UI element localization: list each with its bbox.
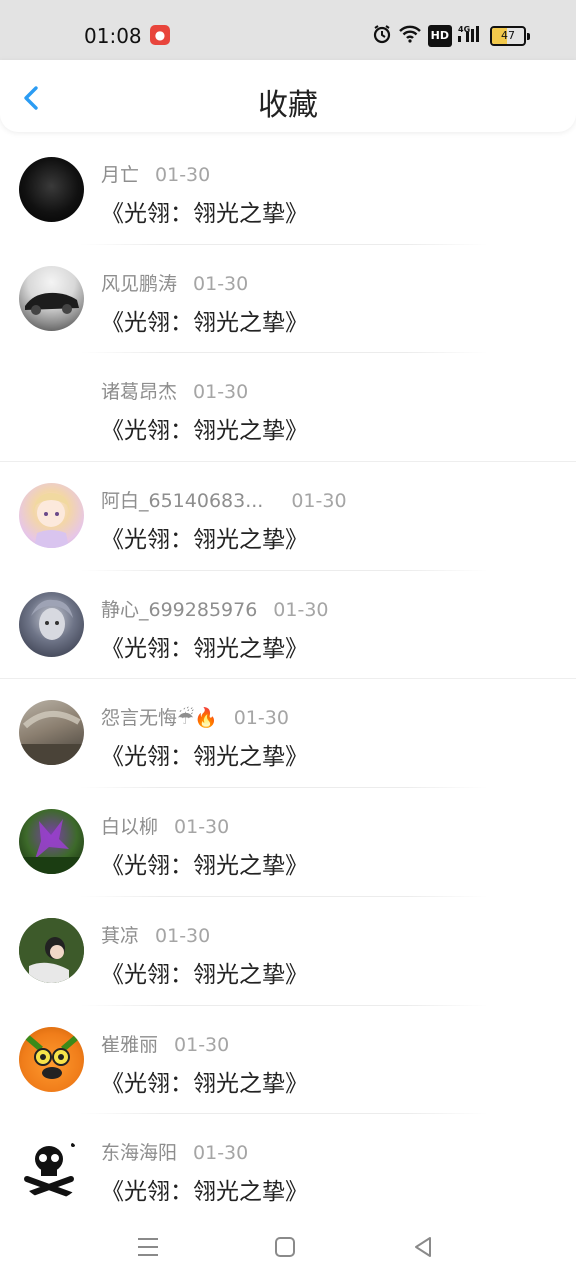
- user-meta: 怨言无悔☔🔥 01-30: [101, 703, 289, 730]
- user-name[interactable]: 诸葛昂杰: [101, 381, 177, 403]
- avatar[interactable]: [19, 917, 84, 983]
- battery-level: 47: [501, 29, 515, 42]
- car-image: [25, 292, 79, 315]
- umbrella-scene-image: [19, 711, 84, 766]
- message-text[interactable]: 《光翎：翎光之挚》: [101, 629, 308, 663]
- list-item[interactable]: 东海海阳 01-30 《光翎：翎光之挚》: [0, 1114, 576, 1223]
- message-text[interactable]: 《光翎：翎光之挚》: [101, 737, 308, 771]
- system-nav-bar: [0, 1212, 576, 1280]
- user-name[interactable]: 萁凉: [101, 925, 139, 947]
- date: 01-30: [193, 272, 249, 295]
- user-name[interactable]: 崔雅丽: [101, 1034, 158, 1056]
- user-meta: 白以柳 01-30: [101, 812, 229, 839]
- message-text[interactable]: 《光翎：翎光之挚》: [101, 411, 308, 445]
- wifi-icon: [398, 24, 422, 49]
- skull-crossbones-image: [24, 1143, 75, 1199]
- date: 01-30: [193, 1142, 249, 1165]
- message-text[interactable]: 《光翎：翎光之挚》: [101, 955, 308, 989]
- user-meta: 风见鹏涛 01-30: [101, 269, 248, 296]
- message-text[interactable]: 《光翎：翎光之挚》: [101, 520, 308, 554]
- user-meta: 东海海阳 01-30: [101, 1138, 248, 1165]
- battery-nub: [527, 32, 530, 40]
- favorites-list: 月亡 01-30 《光翎：翎光之挚》 风见鹏涛 01-30 《光翎：翎光之挚》 诸葛…: [0, 136, 576, 1223]
- avatar[interactable]: [19, 591, 84, 657]
- list-item[interactable]: 白以柳 01-30 《光翎：翎光之挚》: [0, 788, 576, 897]
- back-triangle-icon: [415, 1237, 431, 1257]
- status-time: 01:08: [84, 24, 142, 48]
- date: 01-30: [155, 164, 211, 186]
- message-text[interactable]: 《光翎：翎光之挚》: [101, 194, 308, 228]
- list-item[interactable]: 崔雅丽 01-30 《光翎：翎光之挚》: [0, 1006, 576, 1115]
- 4g-signal-icon: 4G: [458, 24, 484, 49]
- battery-icon: 47: [490, 26, 526, 46]
- list-item[interactable]: 诸葛昂杰 01-30 《光翎：翎光之挚》: [0, 353, 576, 463]
- avatar[interactable]: [19, 809, 84, 875]
- app-notification-icon: ●: [150, 25, 170, 45]
- alarm-icon: [372, 24, 392, 49]
- list-item[interactable]: 阿白_65140683... 01-30 《光翎：翎光之挚》: [0, 462, 576, 571]
- list-item[interactable]: 怨言无悔☔🔥 01-30 《光翎：翎光之挚》: [0, 679, 576, 789]
- hd-icon: HD: [427, 25, 452, 47]
- date: 01-30: [155, 924, 211, 947]
- home-button[interactable]: [270, 1232, 300, 1262]
- game-character-image: [19, 819, 84, 875]
- menu-button[interactable]: [133, 1232, 163, 1262]
- cartoon-monster-image: [25, 1034, 79, 1079]
- message-text[interactable]: 《光翎：翎光之挚》: [101, 303, 308, 337]
- date: 01-30: [193, 381, 249, 404]
- page-title: 收藏: [258, 88, 318, 123]
- user-meta: 诸葛昂杰 01-30: [101, 377, 248, 404]
- user-name[interactable]: 东海海阳: [101, 1142, 177, 1164]
- home-icon: [275, 1237, 295, 1257]
- list-item[interactable]: 萁凉 01-30 《光翎：翎光之挚》: [0, 897, 576, 1006]
- avatar[interactable]: [19, 265, 84, 331]
- user-name[interactable]: 白以柳: [101, 816, 158, 838]
- user-name[interactable]: 阿白_65140683...: [101, 490, 263, 512]
- date: 01-30: [233, 707, 289, 730]
- user-meta: 萁凉 01-30: [101, 921, 210, 948]
- date: 01-30: [174, 816, 230, 839]
- avatar[interactable]: [19, 157, 84, 222]
- user-name[interactable]: 风见鹏涛: [101, 273, 177, 295]
- user-meta: 静心_699285976 01-30: [101, 595, 329, 622]
- date: 01-30: [174, 1033, 230, 1056]
- list-item[interactable]: 风见鹏涛 01-30 《光翎：翎光之挚》: [0, 245, 576, 354]
- avatar[interactable]: [19, 1026, 84, 1092]
- message-text[interactable]: 《光翎：翎光之挚》: [101, 846, 308, 880]
- user-meta: 月亡 01-30: [101, 160, 210, 187]
- avatar[interactable]: [19, 1135, 84, 1201]
- date: 01-30: [273, 598, 329, 621]
- message-text[interactable]: 《光翎：翎光之挚》: [101, 1064, 308, 1098]
- status-bar: 01:08 ● HD 4G 47: [0, 0, 576, 60]
- user-meta: 崔雅丽 01-30: [101, 1030, 229, 1057]
- list-item[interactable]: 静心_699285976 01-30 《光翎：翎光之挚》: [0, 571, 576, 680]
- user-name[interactable]: 怨言无悔☔🔥: [101, 707, 218, 729]
- user-name[interactable]: 静心_699285976: [101, 599, 257, 621]
- anime-girl-image: [33, 493, 70, 549]
- user-name[interactable]: 月亡: [101, 164, 139, 186]
- doll-face-image: [31, 599, 73, 640]
- menu-icon: [138, 1238, 158, 1256]
- avatar[interactable]: [19, 483, 84, 549]
- status-icons: HD 4G 47: [372, 25, 530, 47]
- back-nav-button[interactable]: [408, 1232, 438, 1262]
- avatar[interactable]: [19, 700, 84, 766]
- date: 01-30: [291, 490, 347, 513]
- person-on-grass-image: [19, 917, 84, 983]
- list-item[interactable]: 月亡 01-30 《光翎：翎光之挚》: [0, 136, 576, 245]
- header-bar: 收藏: [0, 60, 576, 132]
- message-text[interactable]: 《光翎：翎光之挚》: [101, 1172, 308, 1206]
- user-meta: 阿白_65140683... 01-30: [101, 486, 347, 513]
